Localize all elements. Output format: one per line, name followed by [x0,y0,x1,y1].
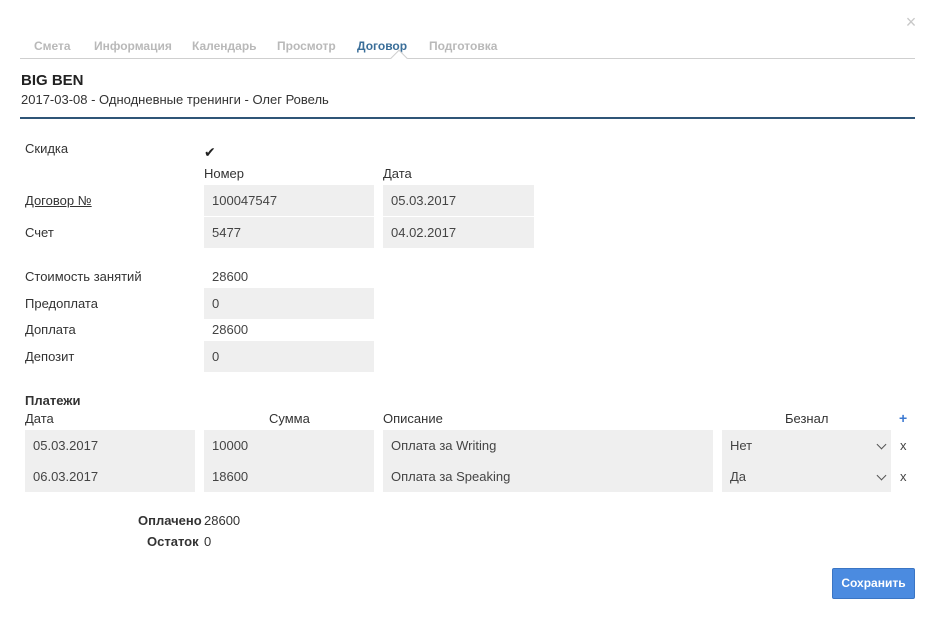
payment-cashless-value: Да [730,469,747,484]
payment-sum-field[interactable]: 18600 [204,461,374,492]
payments-title: Платежи [25,393,81,408]
add-payment-button[interactable]: + [899,410,907,426]
paid-value: 28600 [204,513,241,528]
rest-value: 0 [204,534,212,549]
surcharge-label: Доплата [25,322,76,337]
invoice-number-field[interactable]: 5477 [204,217,374,248]
date-column-header: Дата [383,166,412,181]
tab-preparation[interactable]: Подготовка [429,39,497,53]
contract-link[interactable]: Договор № [25,193,92,208]
payment-cashless-select[interactable]: Да [722,461,891,492]
page-subtitle: 2017-03-08 - Однодневные тренинги - Олег… [21,92,329,107]
number-column-header: Номер [204,166,245,181]
payments-date-header: Дата [25,411,54,426]
prepay-label: Предоплата [25,296,98,311]
tab-info[interactable]: Информация [94,39,172,53]
cost-label: Стоимость занятий [25,269,142,284]
deposit-field[interactable]: 0 [204,341,374,372]
page-title: BIG BEN [21,72,84,89]
payment-date-field[interactable]: 06.03.2017 [25,461,195,492]
payments-cashless-header: Безнал [785,411,829,426]
delete-payment-button[interactable]: x [900,469,907,484]
chevron-down-icon [876,439,887,450]
discount-checkbox[interactable]: ✔ [204,144,220,160]
payment-cashless-value: Нет [730,438,753,453]
payment-description-field[interactable]: Оплата за Speaking [383,461,713,492]
discount-label: Скидка [25,141,69,156]
payments-description-header: Описание [383,411,443,426]
tab-calendar[interactable]: Календарь [192,39,257,53]
close-icon[interactable]: × [902,13,920,31]
invoice-label: Счет [25,225,54,240]
payment-cashless-select[interactable]: Нет [722,430,891,461]
tab-bar: Смета Информация Календарь Просмотр Дого… [20,34,915,67]
contract-number-field[interactable]: 100047547 [204,185,374,216]
deposit-label: Депозит [25,349,75,364]
title-divider [20,117,915,119]
payment-date-field[interactable]: 05.03.2017 [25,430,195,461]
payment-sum-field[interactable]: 10000 [204,430,374,461]
rest-label: Остаток [147,534,199,549]
save-button[interactable]: Сохранить [832,568,915,599]
chevron-down-icon [876,470,887,481]
tab-preview[interactable]: Просмотр [277,39,336,53]
paid-label: Оплачено [138,513,202,528]
payments-sum-header: Сумма [269,411,310,426]
invoice-date-field[interactable]: 04.02.2017 [383,217,534,248]
payment-description-field[interactable]: Оплата за Writing [383,430,713,461]
tab-estimate[interactable]: Смета [34,39,71,53]
contract-date-field[interactable]: 05.03.2017 [383,185,534,216]
delete-payment-button[interactable]: x [900,438,907,453]
